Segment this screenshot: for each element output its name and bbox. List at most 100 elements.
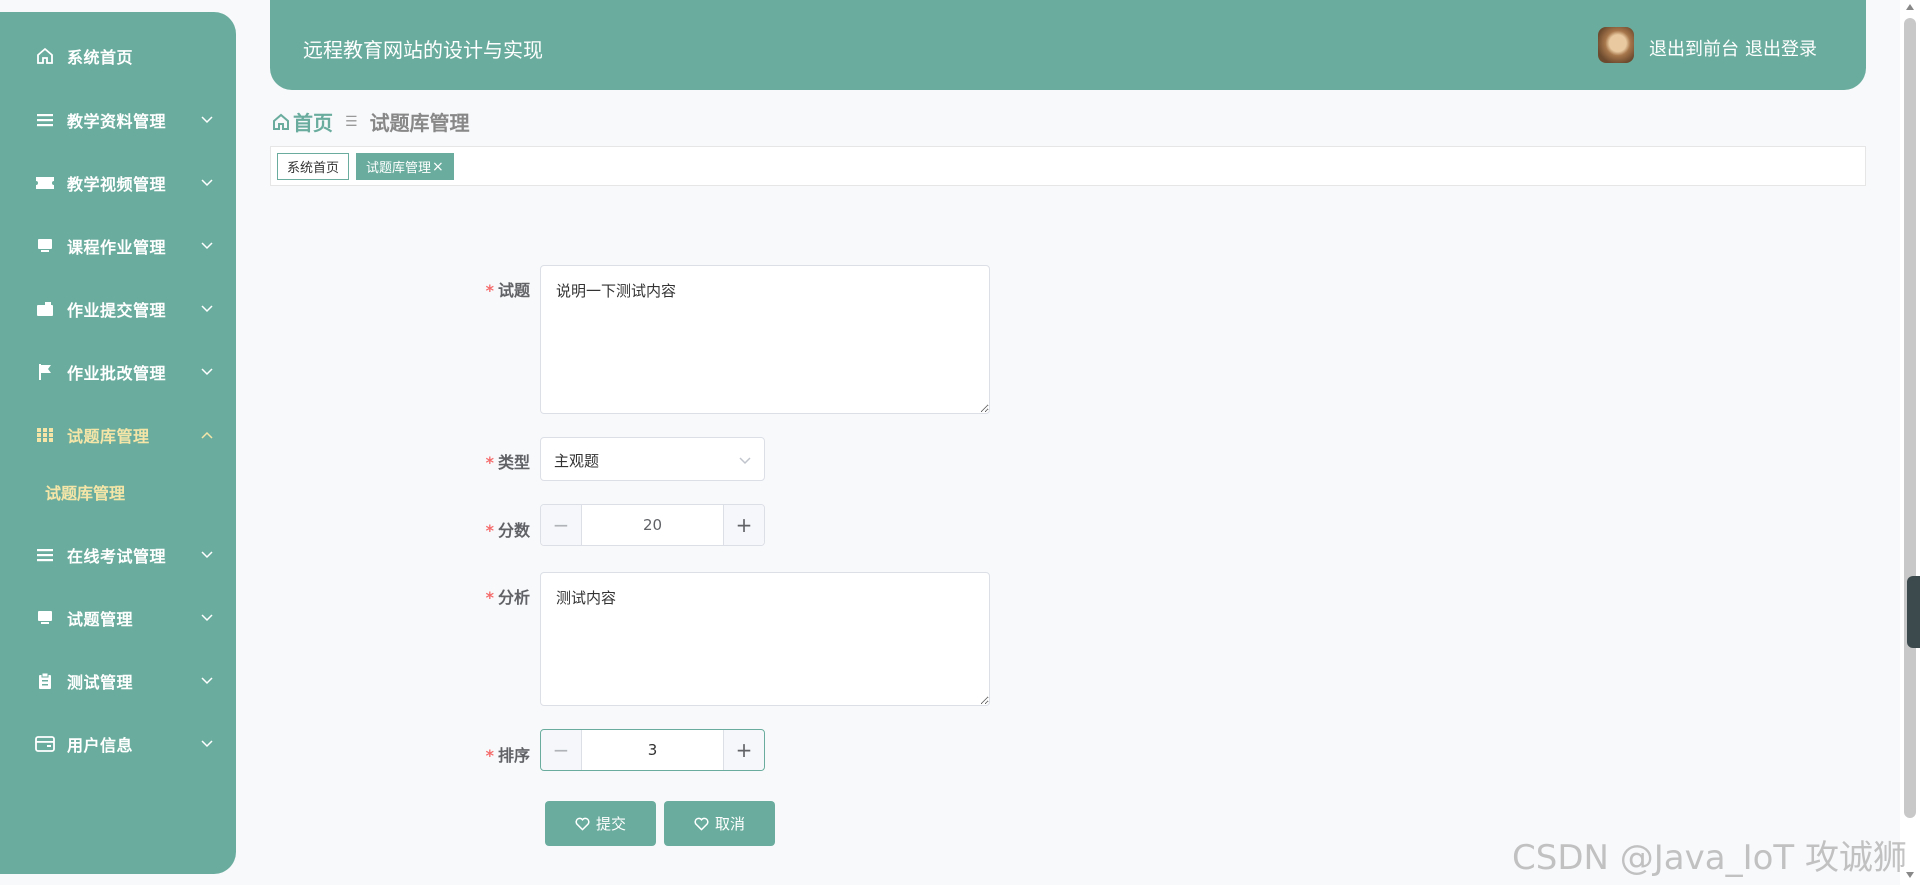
tag-label: 试题库管理 [366,161,432,176]
cancel-button-label: 取消 [714,815,745,833]
sidebar-item-user-info[interactable]: 用户信息 [0,724,236,764]
type-select-value: 主观题 [554,452,600,470]
chevron-down-icon [200,674,214,688]
site-title: 远程教育网站的设计与实现 [303,38,543,62]
sidebar-item-label: 试题库管理 [67,427,150,446]
home-icon [35,46,55,66]
tag-system-home[interactable]: 系统首页 [277,153,350,180]
sidebar-subitem-question-bank[interactable]: 试题库管理 [45,480,125,504]
sidebar-item-homework-grading[interactable]: 作业批改管理 [0,352,236,392]
type-label: * 类型 [450,449,530,473]
increment-button[interactable]: + [723,730,764,770]
sidebar-item-label: 用户信息 [67,736,134,755]
logout-link[interactable]: 退出登录 [1745,35,1817,61]
close-icon[interactable]: × [432,159,444,175]
required-mark: * [485,453,494,472]
type-label-text: 类型 [497,453,530,472]
sidebar-item-label: 作业批改管理 [67,364,167,383]
score-label: * 分数 [450,517,530,541]
side-widget[interactable] [1907,576,1920,648]
decrement-button[interactable]: − [541,730,582,770]
score-label-text: 分数 [497,521,530,540]
score-stepper[interactable]: − + [540,504,765,546]
chevron-down-icon [200,302,214,316]
question-label-text: 试题 [497,281,530,300]
increment-button[interactable]: + [723,505,764,545]
required-mark: * [485,281,494,300]
breadcrumb: 首页 ☰ 试题库管理 [272,107,470,136]
breadcrumb-current: 试题库管理 [369,111,470,135]
sidebar-item-teaching-videos[interactable]: 教学视频管理 [0,163,236,203]
chevron-down-icon [200,548,214,562]
score-input[interactable] [582,505,723,545]
submit-button-label: 提交 [595,815,626,833]
sidebar-item-label: 系统首页 [67,48,134,67]
decrement-button[interactable]: − [541,505,582,545]
ticket-icon [35,173,55,193]
home-icon [273,113,289,130]
chevron-down-icon [200,239,214,253]
tag-label: 系统首页 [287,161,340,176]
chevron-down-icon [738,452,752,466]
order-stepper[interactable]: − + [540,729,765,771]
sidebar-item-tests[interactable]: 测试管理 [0,661,236,701]
exit-to-front-link[interactable]: 退出到前台 [1649,35,1739,61]
sidebar-item-label: 课程作业管理 [67,238,167,257]
scroll-up-icon[interactable] [1906,4,1914,10]
heart-icon [694,817,709,831]
submit-button[interactable]: 提交 [545,801,656,846]
sidebar-item-question-bank[interactable]: 试题库管理 [0,415,236,455]
analysis-textarea[interactable]: 测试内容 [540,572,990,706]
breadcrumb-home[interactable]: 首页 [272,107,333,136]
sidebar-item-online-exam[interactable]: 在线考试管理 [0,535,236,575]
sidebar-item-label: 在线考试管理 [67,547,167,566]
heart-icon [575,817,590,831]
avatar[interactable] [1598,27,1634,63]
chevron-down-icon [200,365,214,379]
sidebar-item-course-homework[interactable]: 课程作业管理 [0,226,236,266]
sidebar-item-label: 作业提交管理 [67,301,167,320]
sidebar-item-home[interactable]: 系统首页 [0,36,236,76]
card-icon [35,734,55,754]
scrollbar-thumb[interactable] [1904,18,1916,818]
cancel-button[interactable]: 取消 [664,801,775,846]
order-input[interactable] [582,730,723,770]
required-mark: * [485,746,494,765]
watermark: CSDN @Java_IoT 攻诚狮 [1512,838,1907,878]
question-label: * 试题 [450,277,530,301]
sidebar-item-questions[interactable]: 试题管理 [0,598,236,638]
sidebar: 系统首页 教学资料管理 教学视频管理 课程作业管理 作业提交管理 作业批改管理 [0,12,236,874]
vertical-scrollbar[interactable] [1900,0,1920,885]
breadcrumb-home-label: 首页 [293,111,333,135]
list-icon [35,110,55,130]
sidebar-item-label: 测试管理 [67,673,134,692]
analysis-label-text: 分析 [497,588,530,607]
chevron-down-icon [200,611,214,625]
type-select[interactable]: 主观题 [540,437,765,481]
tags-view-bar: 系统首页 试题库管理 × [270,146,1866,186]
sidebar-item-label: 教学资料管理 [67,112,167,131]
sidebar-item-label: 试题管理 [67,610,134,629]
sidebar-item-label: 教学视频管理 [67,175,167,194]
monitor-icon [35,236,55,256]
sidebar-item-homework-submission[interactable]: 作业提交管理 [0,289,236,329]
breadcrumb-separator-icon: ☰ [345,113,358,130]
sidebar-item-teaching-materials[interactable]: 教学资料管理 [0,100,236,140]
flag-icon [35,362,55,382]
top-header: 远程教育网站的设计与实现 退出到前台 退出登录 [270,0,1866,90]
order-label: * 排序 [450,742,530,766]
grid-icon [35,425,55,445]
chevron-up-icon [200,428,214,442]
monitor-icon [35,608,55,628]
required-mark: * [485,588,494,607]
required-mark: * [485,521,494,540]
analysis-label: * 分析 [450,584,530,608]
question-textarea[interactable]: 说明一下测试内容 [540,265,990,414]
tag-question-bank[interactable]: 试题库管理 × [356,153,454,180]
list-icon [35,545,55,565]
chevron-down-icon [200,737,214,751]
scroll-down-icon[interactable] [1906,872,1914,878]
clipboard-icon [35,671,55,691]
chevron-down-icon [200,113,214,127]
wallet-icon [35,299,55,319]
